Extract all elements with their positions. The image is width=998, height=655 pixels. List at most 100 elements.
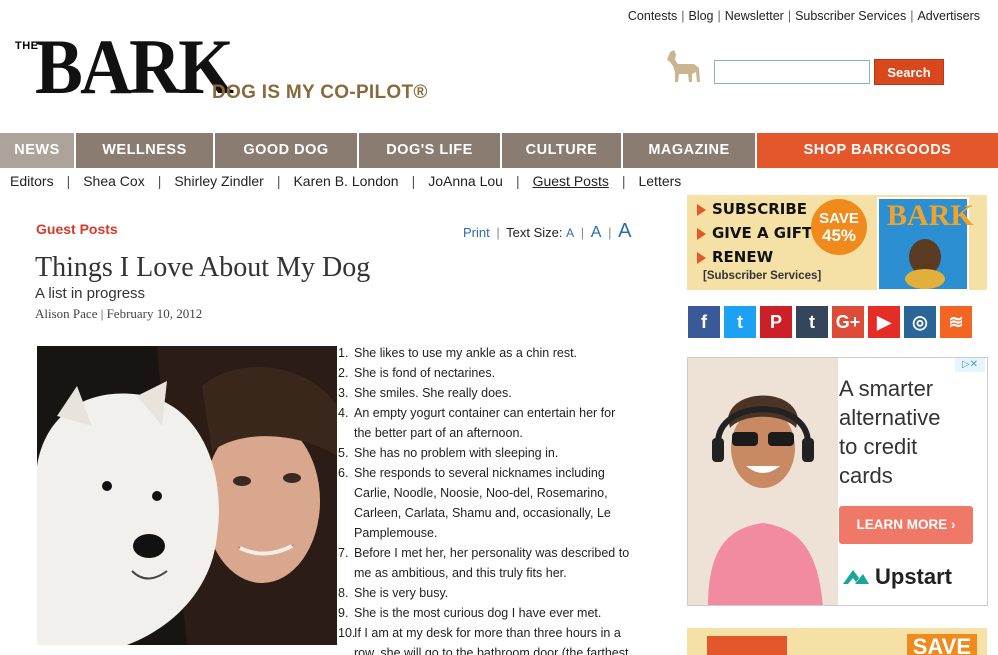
toplink-advertisers[interactable]: Advertisers: [917, 9, 980, 23]
nav-shop-barkgoods[interactable]: SHOP BARKGOODS: [757, 133, 998, 168]
arrow-icon: [697, 203, 706, 216]
list-item-number: 1.: [338, 346, 349, 360]
promo-subscriber-services[interactable]: [Subscriber Services]: [703, 270, 821, 282]
list-item: 10. If I am at my desk for more than thre…: [338, 623, 638, 643]
toplink-newsletter[interactable]: Newsletter: [725, 9, 784, 23]
article-title: Things I Love About My Dog: [35, 252, 371, 283]
advertisement[interactable]: ▷✕ A smarter alternative to credit cards…: [687, 357, 988, 606]
promo-subscribe[interactable]: SUBSCRIBE: [697, 200, 807, 218]
list-item-number: 10.: [338, 626, 356, 640]
list-item-number: 9.: [338, 606, 349, 620]
list-item-text: the better part of an afternoon.: [354, 426, 523, 440]
magazine-cover: BARK: [877, 197, 974, 290]
search-input[interactable]: [714, 60, 870, 84]
promo-give-gift[interactable]: GIVE A GIFT: [697, 224, 812, 242]
list-item: the better part of an afternoon.: [338, 423, 638, 443]
separator: |: [910, 9, 914, 23]
nav-news[interactable]: NEWS: [0, 133, 76, 168]
adchoices-icon[interactable]: ▷✕: [955, 358, 985, 372]
list-item: Carleen, Carlata, Shamu and, occasionall…: [338, 503, 638, 523]
arrow-icon: [697, 227, 706, 240]
nav-wellness[interactable]: WELLNESS: [76, 133, 215, 168]
list-item: 2. She is fond of nectarines.: [338, 363, 638, 383]
print-link[interactable]: Print: [463, 225, 490, 240]
separator: |: [66, 173, 71, 189]
arrow-icon: [697, 251, 706, 264]
list-item: 7. Before I met her, her personality was …: [338, 543, 638, 563]
list-item-text: She responds to several nicknames includ…: [354, 466, 605, 480]
list-item-number: 4.: [338, 406, 349, 420]
youtube-icon[interactable]: ▶: [868, 306, 900, 338]
separator: |: [496, 225, 500, 240]
upstart-logo-icon: [843, 570, 869, 584]
list-item-number: 2.: [338, 366, 349, 380]
list-item: 3. She smiles. She really does.: [338, 383, 638, 403]
toplink-subscriber-services[interactable]: Subscriber Services: [795, 9, 906, 23]
list-item-text: She is the most curious dog I have ever …: [354, 606, 602, 620]
ad-photo: [688, 358, 838, 605]
save-badge: SAVE 45%: [811, 199, 867, 255]
separator: |: [276, 173, 281, 189]
list-item-text: Before I met her, her personality was de…: [354, 546, 630, 560]
search-button[interactable]: Search: [874, 59, 944, 85]
toplink-contests[interactable]: Contests: [628, 9, 677, 23]
twitter-icon[interactable]: t: [724, 306, 756, 338]
list-item-text: me as ambitious, and this truly fits her…: [354, 566, 567, 580]
separator: |: [157, 173, 162, 189]
subscribe-promo-bottom[interactable]: SAVE: [687, 628, 987, 655]
separator: |: [787, 9, 792, 23]
article-list: 1. She likes to use my ankle as a chin re…: [338, 343, 638, 655]
list-item-number: 7.: [338, 546, 349, 560]
list-item-text: An empty yogurt container can entertain …: [354, 406, 616, 420]
subnav-guest-posts[interactable]: Guest Posts: [533, 173, 609, 189]
text-size-small[interactable]: A: [566, 226, 574, 240]
text-size-medium[interactable]: A: [591, 224, 602, 241]
subnav-shirley-zindler[interactable]: Shirley Zindler: [174, 173, 263, 189]
list-item-text: She smiles. She really does.: [354, 386, 512, 400]
article-tools: Print | Text Size: A | A | A: [463, 220, 631, 243]
nav-dogs-life[interactable]: DOG'S LIFE: [359, 133, 502, 168]
pinterest-icon[interactable]: P: [760, 306, 792, 338]
list-item: 6. She responds to several nicknames incl…: [338, 463, 638, 483]
page: Contests | Blog | Newsletter | Subscriber Serv…: [0, 0, 998, 655]
separator: |: [411, 173, 416, 189]
magazine-title: BARK: [887, 199, 974, 232]
rss-icon[interactable]: ≋: [940, 306, 972, 338]
text-size-large[interactable]: A: [618, 220, 631, 242]
subnav-shea-cox[interactable]: Shea Cox: [83, 173, 144, 189]
list-item-number: 6.: [338, 466, 349, 480]
dog-cover-icon: [905, 239, 945, 289]
list-item: Carlie, Noodle, Noosie, Noo-del, Rosemar…: [338, 483, 638, 503]
section-label[interactable]: Guest Posts: [36, 221, 118, 237]
list-item-text: She is fond of nectarines.: [354, 366, 496, 380]
separator: |: [681, 9, 685, 23]
instagram-icon[interactable]: ◎: [904, 306, 936, 338]
list-item: 4. An empty yogurt container can entertai…: [338, 403, 638, 423]
toplink-blog[interactable]: Blog: [688, 9, 713, 23]
magazine-thumbnail: [707, 636, 787, 655]
logo-tagline: DOG IS MY CO-PILOT®: [212, 82, 428, 103]
list-item-text: Carleen, Carlata, Shamu and, occasionall…: [354, 506, 611, 520]
separator: |: [608, 225, 612, 240]
list-item: 5. She has no problem with sleeping in.: [338, 443, 638, 463]
separator: |: [621, 173, 626, 189]
nav-magazine[interactable]: MAGAZINE: [623, 133, 757, 168]
site-logo[interactable]: THE BARK DOG IS MY CO-PILOT®: [15, 28, 427, 108]
subnav-editors[interactable]: Editors: [10, 173, 54, 189]
google-plus-icon[interactable]: G+: [832, 306, 864, 338]
nav-good-dog[interactable]: GOOD DOG: [215, 133, 359, 168]
facebook-icon[interactable]: f: [688, 306, 720, 338]
main-nav: NEWS WELLNESS GOOD DOG DOG'S LIFE CULTUR…: [0, 133, 998, 168]
promo-renew[interactable]: RENEW: [697, 248, 773, 266]
tumblr-icon[interactable]: t: [796, 306, 828, 338]
ad-brand: Upstart: [841, 564, 952, 590]
subscribe-promo[interactable]: SUBSCRIBE GIVE A GIFT RENEW [Subscriber …: [687, 195, 987, 290]
list-item: 9. She is the most curious dog I have eve…: [338, 603, 638, 623]
learn-more-button[interactable]: LEARN MORE ›: [839, 506, 973, 544]
subnav-letters[interactable]: Letters: [638, 173, 681, 189]
nav-culture[interactable]: CULTURE: [502, 133, 623, 168]
subnav-karen-london[interactable]: Karen B. London: [293, 173, 398, 189]
list-item-number: [338, 523, 354, 543]
subnav-joanna-lou[interactable]: JoAnna Lou: [428, 173, 503, 189]
article-byline: Alison Pace | February 10, 2012: [35, 306, 203, 321]
